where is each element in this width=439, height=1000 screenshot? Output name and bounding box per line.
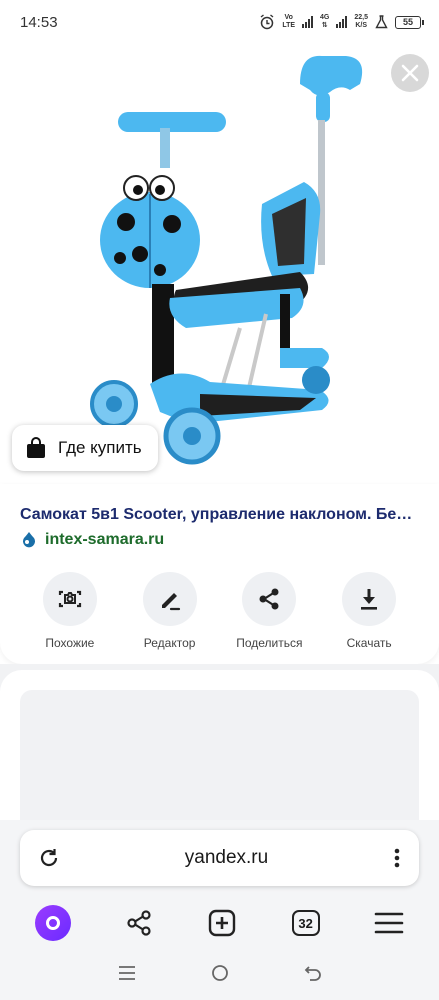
new-tab-icon[interactable]: [207, 908, 237, 938]
action-bar: Похожие Редактор Поделиться Скачать: [20, 572, 419, 650]
shopping-bag-icon: [27, 437, 45, 458]
alice-icon: [46, 916, 61, 930]
tabs-count-button[interactable]: 32: [291, 910, 320, 936]
reload-icon[interactable]: [38, 847, 60, 869]
alarm-icon: [260, 14, 274, 30]
android-navigation-bar: [0, 946, 439, 1000]
recent-apps-icon[interactable]: [118, 965, 136, 981]
back-icon[interactable]: [304, 965, 322, 981]
similar-button[interactable]: Похожие: [20, 572, 120, 650]
volte-indicator: Vo LTE: [282, 14, 296, 29]
camera-search-icon: [58, 590, 81, 608]
similar-label: Похожие: [45, 636, 95, 650]
similar-button-circle[interactable]: [42, 572, 97, 626]
pencil-icon: [161, 593, 180, 611]
drupal-site-icon: [23, 532, 35, 548]
status-time: 14:53: [20, 13, 58, 31]
download-button-circle[interactable]: [342, 572, 397, 626]
battery-icon: 55: [395, 15, 424, 29]
share-toolbar-icon[interactable]: [125, 909, 153, 937]
share-button-circle[interactable]: [242, 572, 297, 626]
share-icon: [259, 588, 279, 610]
download-button[interactable]: Скачать: [319, 572, 419, 650]
share-button[interactable]: Поделиться: [220, 572, 320, 650]
download-icon: [361, 589, 378, 610]
scooter-image: [90, 55, 363, 465]
alice-assistant-button[interactable]: [35, 905, 72, 941]
signal-icon: [302, 16, 314, 28]
close-icon: [401, 64, 419, 82]
browser-toolbar: 32: [0, 900, 439, 946]
flask-icon: [375, 15, 388, 29]
where-to-buy-button[interactable]: Где купить: [12, 425, 158, 471]
close-button[interactable]: [391, 54, 429, 92]
share-label: Поделиться: [236, 636, 303, 650]
result-title[interactable]: Самокат 5в1 Scooter, управление наклоном…: [20, 506, 425, 524]
image-info-panel: Самокат 5в1 Scooter, управление наклоном…: [0, 484, 439, 664]
image-viewer[interactable]: Где купить: [0, 44, 439, 484]
address-url[interactable]: yandex.ru: [185, 847, 268, 869]
result-source[interactable]: intex-samara.ru: [20, 531, 164, 549]
more-vertical-icon[interactable]: [393, 847, 401, 869]
status-bar: 14:53 Vo LTE 4G ⇅ 22,5 K/S 55: [0, 0, 439, 44]
editor-button-circle[interactable]: [142, 572, 197, 626]
network-speed: 22,5 K/S: [354, 14, 368, 29]
editor-label: Редактор: [143, 636, 196, 650]
download-label: Скачать: [346, 636, 392, 650]
tabs-count: 32: [298, 915, 313, 931]
status-indicators: Vo LTE 4G ⇅ 22,5 K/S 55: [259, 14, 424, 30]
where-to-buy-label: Где купить: [58, 438, 142, 457]
network-type: 4G ⇅: [320, 14, 330, 29]
signal-icon-2: [336, 16, 348, 28]
menu-icon[interactable]: [374, 911, 404, 935]
home-icon[interactable]: [211, 964, 229, 982]
editor-button[interactable]: Редактор: [120, 572, 220, 650]
result-source-label: intex-samara.ru: [45, 531, 165, 548]
address-bar[interactable]: yandex.ru: [20, 830, 419, 886]
